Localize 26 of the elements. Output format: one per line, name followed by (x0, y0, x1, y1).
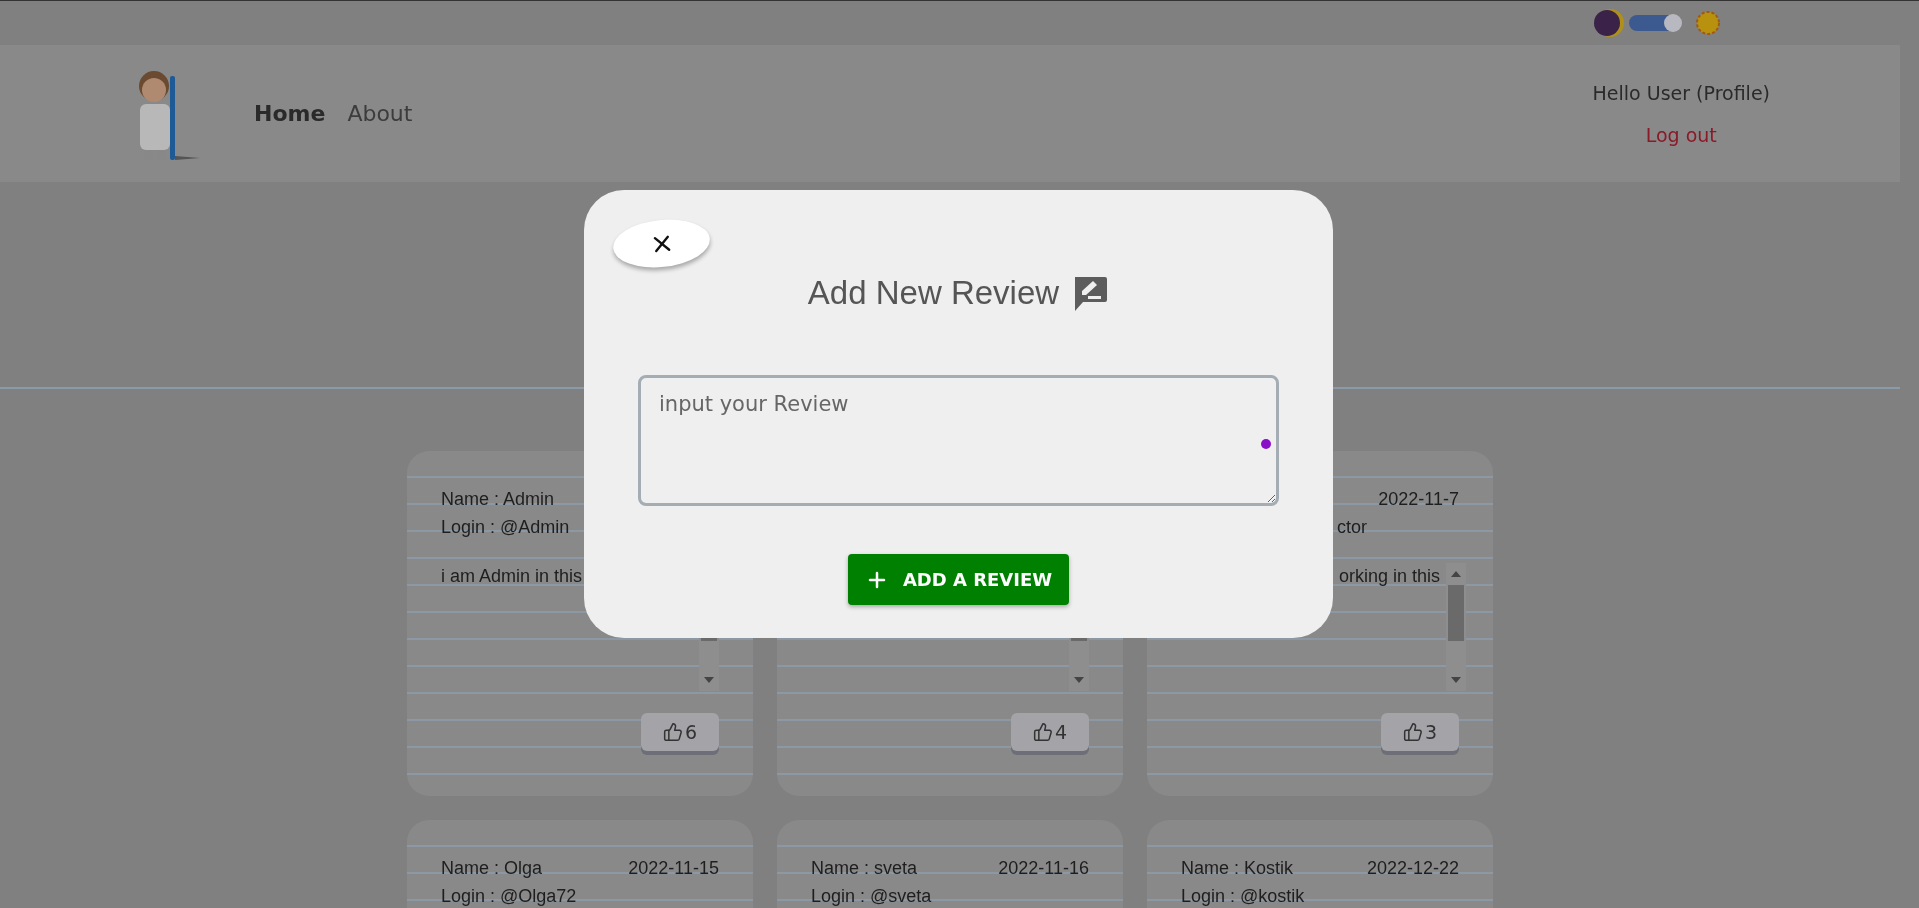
review-text: i am Admin in this (441, 565, 583, 588)
reviewer-login: Login : @sveta (811, 886, 932, 908)
reviewer-name: Name : Olga (441, 858, 543, 880)
reviewer-name: Name : Kostik (1181, 858, 1294, 880)
review-input-field[interactable]: input your Review (638, 375, 1279, 506)
reviewer-name: Name : Admin (441, 489, 555, 511)
reviewer-login: Login : @Olga72 (441, 886, 577, 908)
reviewer-login: ctor (1336, 517, 1367, 539)
review-date: 2022-12-22 (1366, 858, 1459, 880)
review-date: 2022-11-16 (998, 858, 1089, 880)
review-text: orking in this (1339, 565, 1441, 588)
nav-link[interactable]: Home (254, 101, 326, 126)
nav-link[interactable]: About (347, 101, 413, 126)
dialog-title: Add New Review (807, 274, 1060, 312)
review-date: 2022-11-7 (1378, 489, 1459, 511)
review-date: 2022-11-15 (628, 858, 719, 880)
reviewer-name: Name : sveta (811, 858, 918, 880)
thumbs-up-icon (1032, 722, 1053, 742)
reviewer-login: Login : @Admin (441, 517, 570, 539)
logout-link[interactable]: Log out (1645, 123, 1717, 146)
thumbs-up-icon (1402, 722, 1423, 742)
dot-icon (1261, 439, 1271, 449)
reviewer-login: Login : @kostik (1181, 886, 1305, 908)
add-review-submit-button[interactable]: ADD A REVIEW (848, 554, 1069, 605)
thumbs-up-icon (662, 722, 683, 742)
profile-link[interactable]: Hello User (Profile) (1592, 81, 1770, 104)
